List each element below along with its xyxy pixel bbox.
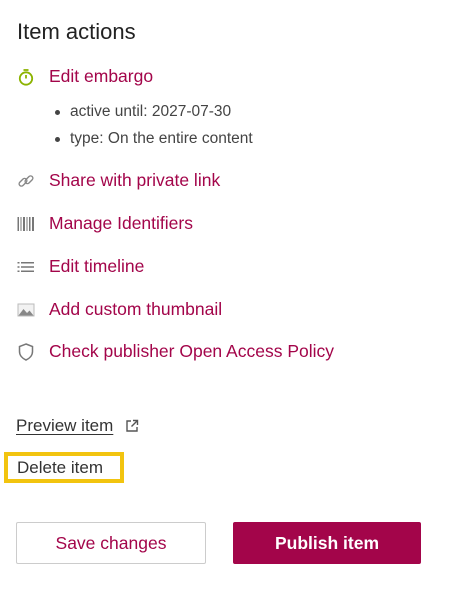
share-private-link-action[interactable]: Share with private link	[16, 170, 220, 191]
embargo-type: type: On the entire content	[52, 129, 253, 156]
item-actions-panel: Item actions Edit embargo active until: …	[0, 0, 451, 603]
embargo-details: active until: 2027-07-30 type: On the en…	[52, 102, 253, 156]
barcode-icon	[16, 214, 36, 234]
image-icon	[16, 300, 36, 320]
stopwatch-icon	[16, 67, 36, 87]
save-changes-button[interactable]: Save changes	[16, 522, 206, 564]
link-icon	[16, 171, 36, 191]
publish-item-button[interactable]: Publish item	[233, 522, 421, 564]
edit-embargo-label: Edit embargo	[49, 66, 154, 86]
external-link-icon	[125, 419, 139, 433]
share-private-link-label: Share with private link	[49, 170, 221, 190]
list-icon	[16, 257, 36, 277]
edit-timeline-label: Edit timeline	[49, 256, 145, 276]
preview-item-label: Preview item	[16, 416, 114, 435]
check-oa-policy-label: Check publisher Open Access Policy	[49, 341, 334, 361]
preview-item-link[interactable]: Preview item	[16, 416, 139, 436]
manage-identifiers-label: Manage Identifiers	[49, 213, 193, 233]
add-custom-thumbnail-label: Add custom thumbnail	[49, 299, 223, 319]
embargo-active-until: active until: 2027-07-30	[52, 102, 253, 129]
check-oa-policy-action[interactable]: Check publisher Open Access Policy	[16, 341, 334, 362]
delete-item-button[interactable]: Delete item	[4, 452, 124, 483]
add-custom-thumbnail-action[interactable]: Add custom thumbnail	[16, 299, 222, 320]
manage-identifiers-action[interactable]: Manage Identifiers	[16, 213, 193, 234]
delete-item-label: Delete item	[17, 457, 103, 477]
edit-embargo-action[interactable]: Edit embargo	[16, 66, 153, 87]
panel-title: Item actions	[17, 19, 136, 44]
edit-timeline-action[interactable]: Edit timeline	[16, 256, 144, 277]
shield-icon	[16, 342, 36, 362]
